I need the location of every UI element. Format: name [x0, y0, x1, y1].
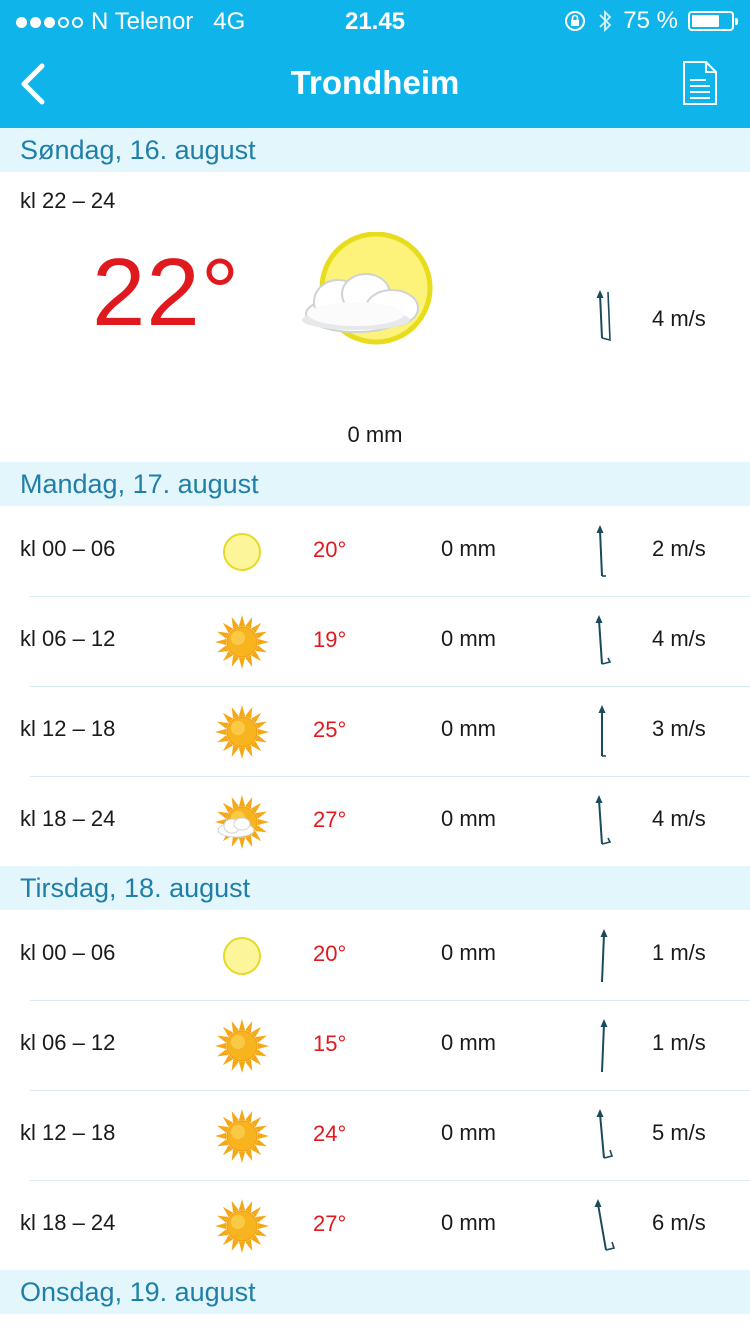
- precipitation: 0 mm: [441, 536, 496, 561]
- wind-direction-arrow-icon: [596, 1109, 614, 1159]
- row-divider: [30, 1180, 750, 1181]
- wind-direction-arrow-icon: [600, 1019, 608, 1073]
- current-wind-speed: 4 m/s: [652, 306, 706, 331]
- battery-icon: [688, 11, 738, 31]
- wind-direction-arrow-icon: [595, 615, 612, 665]
- day-header: Mandag, 17. august: [0, 462, 750, 506]
- forecast-row[interactable]: kl 12 – 18 24° 0 mm 5 m/s: [0, 1090, 750, 1180]
- temperature: 15°: [313, 1031, 347, 1056]
- wind-direction-arrow-icon: [595, 795, 612, 845]
- battery-percent: 75 %: [623, 7, 678, 34]
- period-label: kl 18 – 24: [20, 806, 116, 831]
- row-divider: [30, 686, 750, 687]
- row-divider: [30, 596, 750, 597]
- app-header: N Telenor 4G 21.45 75 % Trondheim: [0, 0, 750, 128]
- clear-sky-icon: [214, 928, 270, 984]
- precipitation: 0 mm: [441, 1030, 496, 1055]
- period-label: kl 06 – 12: [20, 626, 116, 651]
- forecast-row[interactable]: kl 18 – 24 27° 0 mm 6 m/s: [0, 1180, 750, 1270]
- precipitation: 0 mm: [441, 716, 496, 741]
- page-title: Trondheim: [290, 64, 460, 101]
- temperature: 27°: [313, 807, 347, 832]
- row-divider: [30, 1090, 750, 1091]
- clear-sky-icon: [214, 524, 270, 580]
- forecast-row[interactable]: kl 06 – 12 15° 0 mm 1 m/s: [0, 1000, 750, 1090]
- day-header: Onsdag, 19. august: [0, 1270, 750, 1314]
- document-icon[interactable]: [682, 60, 718, 106]
- wind-speed: 4 m/s: [652, 626, 706, 651]
- temperature: 25°: [313, 717, 347, 742]
- temperature: 20°: [313, 941, 347, 966]
- current-forecast[interactable]: kl 22 – 24 22° 4 m/s 0 mm: [0, 172, 750, 462]
- forecast-row[interactable]: kl 00 – 06 20° 0 mm 2 m/s: [0, 506, 750, 596]
- nav-bar: Trondheim: [0, 40, 750, 128]
- sun-icon: [214, 1198, 270, 1254]
- sun-icon: [214, 1108, 270, 1164]
- precipitation: 0 mm: [441, 626, 496, 651]
- day-header-current: Søndag, 16. august: [0, 128, 750, 172]
- status-bar: N Telenor 4G 21.45 75 %: [0, 0, 750, 40]
- wind-direction-arrow-icon: [596, 290, 611, 342]
- wind-direction-arrow-icon: [596, 525, 606, 577]
- forecast-row[interactable]: kl 18 – 24 27° 0 mm 4 m/s: [0, 776, 750, 866]
- row-divider: [30, 776, 750, 777]
- wind-direction-arrow-icon: [600, 929, 608, 983]
- current-period: kl 22 – 24: [20, 188, 116, 213]
- bluetooth-icon: [599, 9, 612, 33]
- period-label: kl 18 – 24: [20, 1210, 116, 1235]
- forecast-list-day-1: kl 00 – 06 20° 0 mm 2 m/s kl 06 – 12 19°…: [0, 506, 750, 866]
- wind-speed: 1 m/s: [652, 940, 706, 965]
- sun-icon: [214, 614, 270, 670]
- current-precipitation: 0 mm: [347, 422, 403, 447]
- sun-icon: [214, 704, 270, 760]
- period-label: kl 12 – 18: [20, 716, 116, 741]
- temperature: 20°: [313, 537, 347, 562]
- period-label: kl 00 – 06: [20, 940, 116, 965]
- temperature: 19°: [313, 627, 347, 652]
- temperature: 27°: [313, 1211, 347, 1236]
- status-right: 75 %: [563, 7, 738, 35]
- precipitation: 0 mm: [441, 1210, 496, 1235]
- day-header: Tirsdag, 18. august: [0, 866, 750, 910]
- forecast-list-day-2: kl 00 – 06 20° 0 mm 1 m/s kl 06 – 12 15°…: [0, 910, 750, 1270]
- wind-speed: 2 m/s: [652, 536, 706, 561]
- wind-speed: 6 m/s: [652, 1210, 706, 1235]
- precipitation: 0 mm: [441, 1120, 496, 1145]
- forecast-row[interactable]: kl 06 – 12 19° 0 mm 4 m/s: [0, 596, 750, 686]
- wind-direction-arrow-icon: [598, 705, 606, 757]
- partly-cloudy-sun-icon: [302, 232, 433, 345]
- wind-speed: 1 m/s: [652, 1030, 706, 1055]
- sun-icon: [214, 1018, 270, 1074]
- forecast-row[interactable]: kl 00 – 06 20° 0 mm 1 m/s: [0, 910, 750, 1000]
- period-label: kl 12 – 18: [20, 1120, 116, 1145]
- wind-speed: 4 m/s: [652, 806, 706, 831]
- temperature: 24°: [313, 1121, 347, 1146]
- forecast-row[interactable]: kl 12 – 18 25° 0 mm 3 m/s: [0, 686, 750, 776]
- precipitation: 0 mm: [441, 806, 496, 831]
- rotation-lock-icon: [565, 11, 586, 31]
- row-divider: [30, 1000, 750, 1001]
- wind-speed: 3 m/s: [652, 716, 706, 741]
- wind-direction-arrow-icon: [594, 1199, 616, 1251]
- period-label: kl 00 – 06: [20, 536, 116, 561]
- wind-speed: 5 m/s: [652, 1120, 706, 1145]
- current-temperature: 22°: [92, 239, 241, 346]
- precipitation: 0 mm: [441, 940, 496, 965]
- period-label: kl 06 – 12: [20, 1030, 116, 1055]
- sun-cloud-icon: [214, 794, 270, 850]
